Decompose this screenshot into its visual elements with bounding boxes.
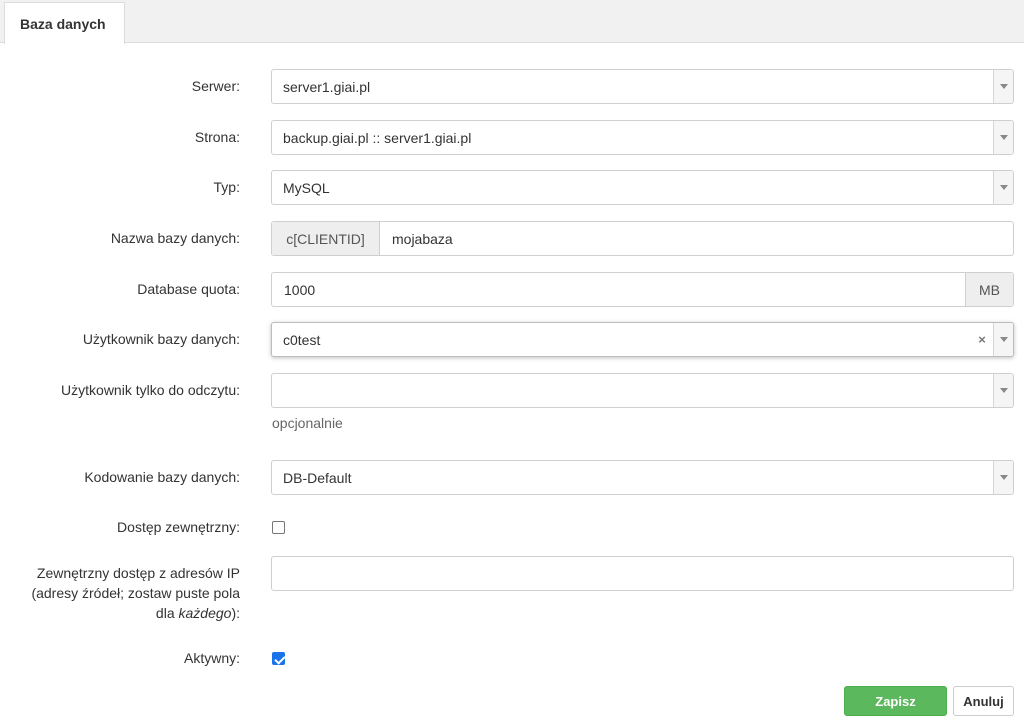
db-name-label: Nazwa bazy danych: — [110, 230, 240, 246]
quota-input-group: 1000 MB — [271, 272, 1014, 307]
remote-access-checkbox[interactable] — [272, 521, 285, 534]
ro-user-select[interactable] — [271, 373, 1014, 408]
tab-database[interactable]: Baza danych — [4, 2, 125, 44]
charset-label: Kodowanie bazy danych: — [84, 469, 240, 485]
remote-ips-label-line1: Zewnętrzny dostęp z adresów IP — [36, 565, 240, 581]
server-select-value: server1.giai.pl — [283, 78, 371, 95]
active-label: Aktywny: — [183, 650, 240, 666]
quota-unit: MB — [965, 273, 1013, 306]
remote-ips-label-line2: (adresy źródeł; zostaw puste pola — [31, 585, 240, 601]
tab-bar: Baza danych — [0, 0, 1024, 44]
type-select-value: MySQL — [283, 179, 330, 196]
server-label: Serwer: — [191, 78, 240, 94]
db-name-input-group: c[CLIENTID] mojabaza — [271, 221, 1014, 256]
chevron-down-icon[interactable] — [993, 323, 1013, 356]
ro-user-hint: opcjonalnie — [272, 415, 343, 431]
db-user-label: Użytkownik bazy danych: — [82, 331, 240, 347]
quota-input[interactable]: 1000 — [272, 282, 965, 298]
remote-ips-label-line3-pre: dla — [155, 605, 179, 621]
db-name-prefix: c[CLIENTID] — [272, 222, 380, 255]
site-label: Strona: — [194, 129, 240, 145]
remote-ips-label-line3-post: ): — [231, 605, 240, 621]
charset-select[interactable]: DB-Default — [271, 460, 1014, 495]
tab-database-label: Baza danych — [20, 15, 106, 32]
chevron-down-icon[interactable] — [993, 374, 1013, 407]
db-name-input[interactable]: mojabaza — [380, 231, 1013, 247]
remote-ips-label: Zewnętrzny dostęp z adresów IP (adresy ź… — [5, 563, 240, 623]
clear-icon[interactable]: × — [971, 332, 993, 347]
chevron-down-icon[interactable] — [993, 171, 1013, 204]
site-select-value: backup.giai.pl :: server1.giai.pl — [283, 129, 472, 146]
quota-label: Database quota: — [137, 281, 240, 297]
remote-ips-input[interactable] — [271, 556, 1014, 591]
active-checkbox[interactable] — [272, 652, 285, 665]
remote-access-label: Dostęp zewnętrzny: — [117, 519, 240, 535]
server-select[interactable]: server1.giai.pl — [271, 69, 1014, 104]
type-label: Typ: — [213, 179, 240, 195]
chevron-down-icon[interactable] — [993, 121, 1013, 154]
type-select[interactable]: MySQL — [271, 170, 1014, 205]
db-user-select[interactable]: c0test × — [271, 322, 1014, 357]
chevron-down-icon[interactable] — [993, 70, 1013, 103]
site-select[interactable]: backup.giai.pl :: server1.giai.pl — [271, 120, 1014, 155]
ro-user-label: Użytkownik tylko do odczytu: — [61, 382, 240, 398]
remote-ips-label-line3: dla każdego): — [5, 603, 240, 623]
charset-select-value: DB-Default — [283, 469, 352, 486]
chevron-down-icon[interactable] — [993, 461, 1013, 494]
db-user-select-value: c0test — [283, 331, 321, 348]
remote-ips-label-line3-em: każdego — [178, 605, 232, 621]
